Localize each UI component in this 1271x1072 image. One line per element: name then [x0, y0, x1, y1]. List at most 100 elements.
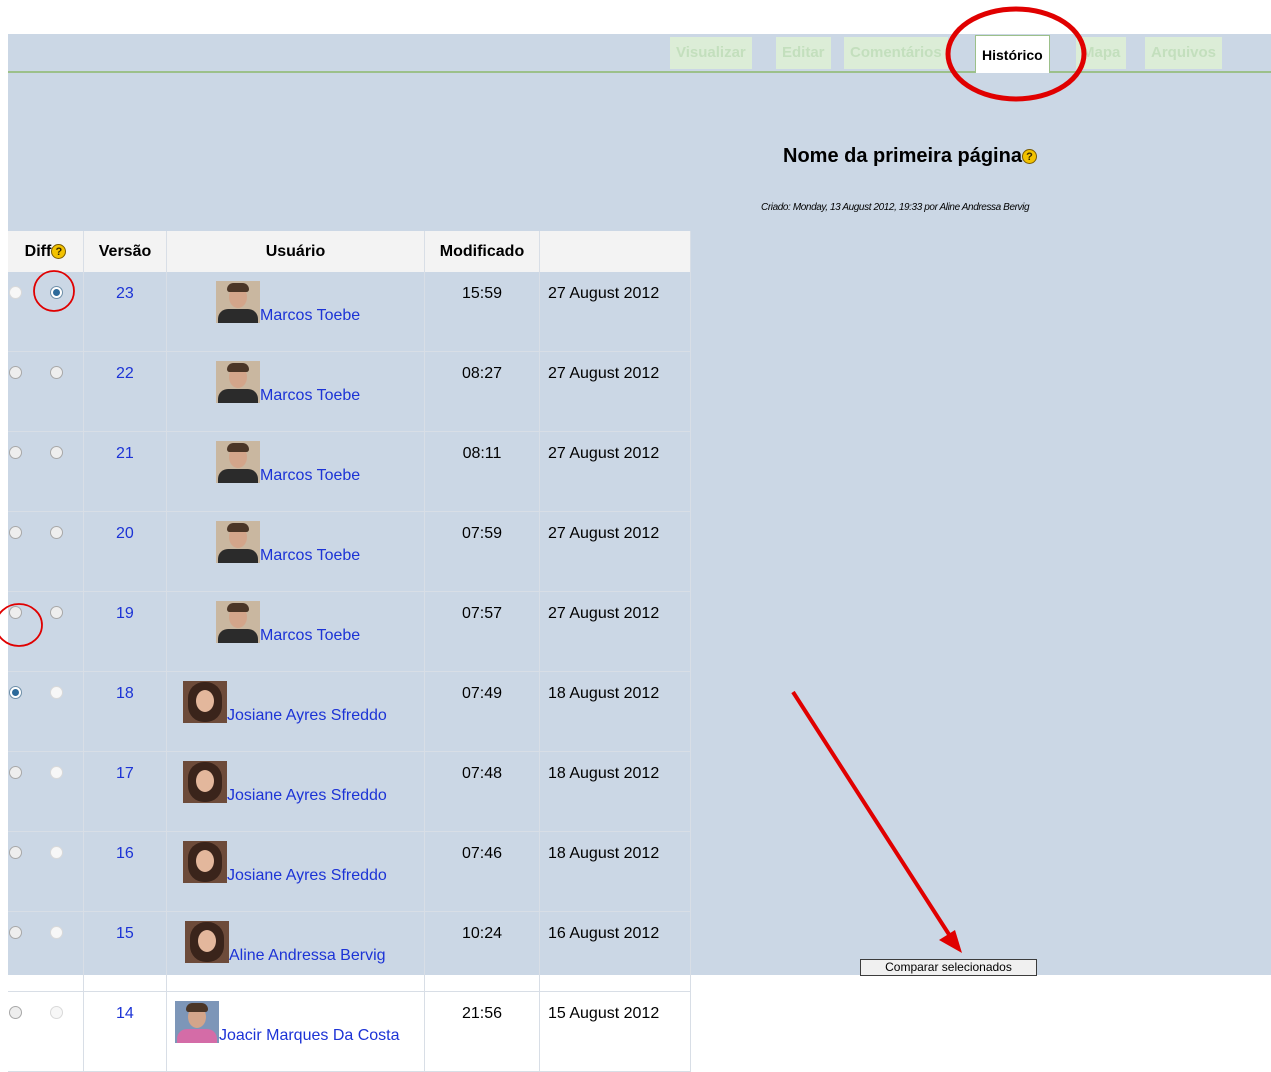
modified-time: 08:27	[424, 351, 540, 432]
created-info: Criado: Monday, 13 August 2012, 19:33 po…	[761, 202, 1030, 213]
modified-time: 10:24	[424, 911, 540, 992]
tab-comentarios[interactable]: Comentários	[844, 37, 948, 69]
modified-time: 08:11	[424, 431, 540, 512]
modified-date: 16 August 2012	[539, 911, 691, 992]
version-link[interactable]: 23	[84, 272, 166, 303]
diff-radio-new[interactable]	[50, 526, 63, 539]
avatar	[216, 281, 260, 323]
avatar	[216, 361, 260, 403]
table-row: 18 Josiane Ayres Sfreddo 07:49 18 August…	[8, 671, 691, 752]
compare-selected-button[interactable]: Comparar selecionados	[860, 959, 1037, 976]
tab-editar[interactable]: Editar	[776, 37, 831, 69]
avatar	[216, 441, 260, 483]
header-diff: Diff?	[8, 231, 84, 272]
diff-radio-old[interactable]	[9, 846, 22, 859]
version-link[interactable]: 22	[84, 352, 166, 383]
diff-radio-old[interactable]	[9, 686, 22, 699]
modified-date: 27 August 2012	[539, 591, 691, 672]
diff-radio-new[interactable]	[50, 286, 63, 299]
avatar	[216, 521, 260, 563]
tab-mapa[interactable]: Mapa	[1076, 37, 1127, 69]
tab-visualizar[interactable]: Visualizar	[670, 37, 752, 69]
diff-radio-new[interactable]	[50, 446, 63, 459]
version-link[interactable]: 20	[84, 512, 166, 543]
page-content: Visualizar Editar Comentários Histórico …	[8, 34, 1271, 1072]
help-icon[interactable]: ?	[1021, 149, 1037, 165]
diff-radio-old[interactable]	[9, 766, 22, 779]
diff-radio-old[interactable]	[9, 1006, 22, 1019]
modified-time: 15:59	[424, 272, 540, 352]
user-link[interactable]: Josiane Ayres Sfreddo	[227, 787, 387, 805]
diff-radio-old[interactable]	[9, 526, 22, 539]
version-link[interactable]: 21	[84, 432, 166, 463]
diff-radio-new[interactable]	[50, 926, 63, 939]
avatar	[185, 921, 229, 963]
diff-radio-new[interactable]	[50, 606, 63, 619]
header-diff-label: Diff	[24, 242, 52, 260]
tab-bar: Visualizar Editar Comentários Histórico …	[8, 34, 1271, 73]
version-link[interactable]: 18	[84, 672, 166, 703]
page-title: Nome da primeira página?	[783, 145, 1037, 168]
version-link[interactable]: 16	[84, 832, 166, 863]
modified-time: 07:49	[424, 671, 540, 752]
avatar	[183, 681, 227, 723]
diff-radio-old[interactable]	[9, 446, 22, 459]
tab-historico[interactable]: Histórico	[975, 35, 1050, 73]
user-link[interactable]: Marcos Toebe	[260, 467, 360, 485]
version-link[interactable]: 15	[84, 912, 166, 943]
header-user: Usuário	[166, 231, 425, 272]
user-link[interactable]: Marcos Toebe	[260, 547, 360, 565]
version-link[interactable]: 14	[84, 992, 166, 1023]
header-date	[539, 231, 691, 272]
diff-radio-new[interactable]	[50, 846, 63, 859]
version-link[interactable]: 19	[84, 592, 166, 623]
user-link[interactable]: Joacir Marques Da Costa	[219, 1027, 400, 1045]
modified-date: 27 August 2012	[539, 272, 691, 352]
header-modified: Modificado	[424, 231, 540, 272]
modified-date: 27 August 2012	[539, 431, 691, 512]
diff-radio-new[interactable]	[50, 686, 63, 699]
diff-radio-new[interactable]	[50, 1006, 63, 1019]
diff-radio-old[interactable]	[9, 366, 22, 379]
user-link[interactable]: Marcos Toebe	[260, 627, 360, 645]
modified-time: 07:46	[424, 831, 540, 912]
table-row: 21 Marcos Toebe 08:11 27 August 2012	[8, 431, 691, 512]
avatar	[175, 1001, 219, 1043]
diff-radio-old[interactable]	[9, 606, 22, 619]
user-link[interactable]: Josiane Ayres Sfreddo	[227, 867, 387, 885]
modified-time: 07:57	[424, 591, 540, 672]
modified-time: 21:56	[424, 991, 540, 1072]
table-row: 15 Aline Andressa Bervig 10:24 16 August…	[8, 911, 691, 992]
diff-radio-new[interactable]	[50, 366, 63, 379]
page-title-text: Nome da primeira página	[783, 145, 1022, 167]
user-link[interactable]: Josiane Ayres Sfreddo	[227, 707, 387, 725]
modified-time: 07:59	[424, 511, 540, 592]
table-row: 22 Marcos Toebe 08:27 27 August 2012	[8, 351, 691, 432]
diff-help-icon[interactable]: ?	[51, 243, 67, 259]
modified-time: 07:48	[424, 751, 540, 832]
modified-date: 18 August 2012	[539, 831, 691, 912]
tab-arquivos[interactable]: Arquivos	[1145, 37, 1223, 69]
diff-radio-old[interactable]	[9, 286, 22, 299]
table-row: 19 Marcos Toebe 07:57 27 August 2012	[8, 591, 691, 672]
table-row: 17 Josiane Ayres Sfreddo 07:48 18 August…	[8, 751, 691, 832]
diff-radio-old[interactable]	[9, 926, 22, 939]
user-link[interactable]: Marcos Toebe	[260, 387, 360, 405]
modified-date: 15 August 2012	[539, 991, 691, 1072]
table-row: 16 Josiane Ayres Sfreddo 07:46 18 August…	[8, 831, 691, 912]
modified-date: 27 August 2012	[539, 351, 691, 432]
header-version: Versão	[83, 231, 167, 272]
user-link[interactable]: Aline Andressa Bervig	[229, 947, 386, 965]
avatar	[183, 761, 227, 803]
version-link[interactable]: 17	[84, 752, 166, 783]
history-table: Diff? Versão Usuário Modificado 23 Marco…	[8, 231, 691, 1072]
avatar	[183, 841, 227, 883]
table-row: 20 Marcos Toebe 07:59 27 August 2012	[8, 511, 691, 592]
diff-radio-new[interactable]	[50, 766, 63, 779]
table-row: 14 Joacir Marques Da Costa 21:56 15 Augu…	[8, 991, 691, 1072]
modified-date: 27 August 2012	[539, 511, 691, 592]
table-header-row: Diff? Versão Usuário Modificado	[8, 231, 691, 272]
modified-date: 18 August 2012	[539, 751, 691, 832]
user-link[interactable]: Marcos Toebe	[260, 307, 360, 325]
table-row: 23 Marcos Toebe 15:59 27 August 2012	[8, 272, 691, 352]
